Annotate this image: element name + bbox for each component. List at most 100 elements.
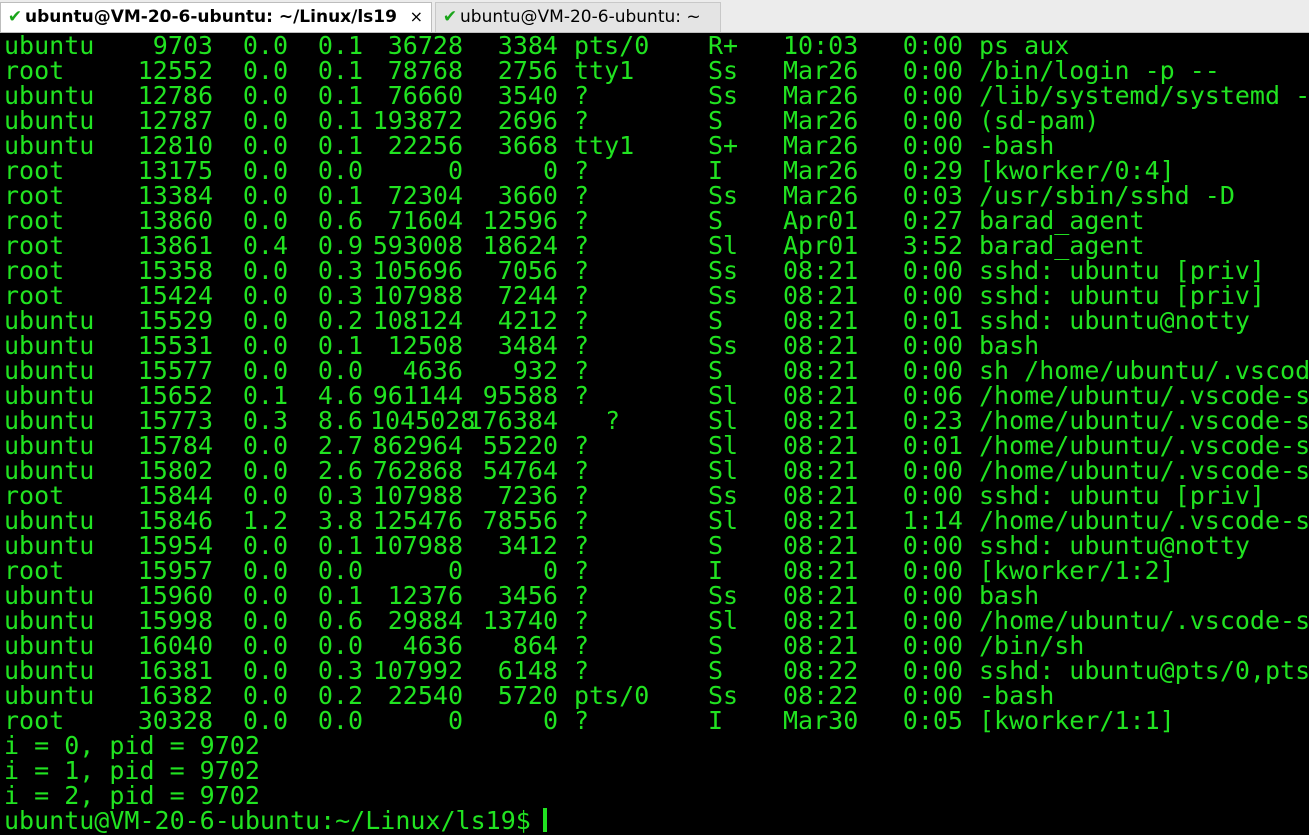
process-cmd: /bin/login -p --	[979, 56, 1220, 85]
process-user: root	[4, 706, 65, 735]
process-vsz: 108124	[372, 306, 463, 335]
process-rss: 3412	[497, 531, 558, 560]
process-rss: 176384	[467, 406, 558, 435]
process-rss: 864	[512, 631, 558, 660]
process-stat: Sl	[708, 231, 739, 260]
process-stat: S	[708, 206, 724, 235]
process-start: 08:21	[783, 631, 859, 660]
process-tty: ?	[574, 506, 590, 535]
process-pid: 13384	[137, 181, 213, 210]
tab-ls19-session[interactable]: ✔ ubuntu@VM-20-6-ubuntu: ~/Linux/ls19 ×	[0, 2, 432, 32]
process-user: ubuntu	[4, 681, 95, 710]
process-start: 08:21	[783, 381, 859, 410]
process-time: 0:00	[902, 356, 963, 385]
process-row: ubuntu 15652 0.1 4.6 961144 95588? Sl 08:21 0:06…	[0, 383, 1309, 408]
process-vsz: 193872	[372, 106, 463, 135]
process-start: 08:21	[783, 431, 859, 460]
process-mem: 0.9	[317, 231, 363, 260]
process-rss: 2696	[497, 106, 558, 135]
process-user: root	[4, 556, 65, 585]
process-user: ubuntu	[4, 456, 95, 485]
process-row: ubuntu 16382 0.0 0.2 22540 5720 pts/0 Ss 08:22 0:…	[0, 683, 1309, 708]
process-pid: 16381	[137, 656, 213, 685]
process-mem: 0.0	[317, 706, 363, 735]
process-pid: 12787	[137, 106, 213, 135]
process-time: 0:00	[902, 106, 963, 135]
process-user: root	[4, 281, 65, 310]
process-pid: 15358	[137, 256, 213, 285]
process-pid: 15844	[137, 481, 213, 510]
process-rss: 932	[512, 356, 558, 385]
process-time: 0:00	[902, 33, 963, 60]
process-stat: Sl	[708, 456, 739, 485]
process-rss: 7056	[497, 256, 558, 285]
process-vsz: 36728	[387, 33, 463, 60]
tab-home-session[interactable]: ✔ ubuntu@VM-20-6-ubuntu: ~	[435, 2, 721, 32]
process-tty: ?	[574, 206, 590, 235]
terminal-output[interactable]: ubuntu 9703 0.0 0.1 36728 3384 pts/0 R+ 10:03 0:0…	[0, 33, 1309, 835]
process-time: 0:00	[902, 631, 963, 660]
process-tty: tty1	[574, 56, 635, 85]
process-time: 0:00	[902, 556, 963, 585]
process-cpu: 0.0	[242, 356, 288, 385]
process-cmd: barad_agent	[979, 206, 1145, 235]
process-cmd: [kworker/1:1]	[979, 706, 1175, 735]
process-stat: I	[708, 706, 724, 735]
process-mem: 0.0	[317, 356, 363, 385]
process-time: 0:00	[902, 131, 963, 160]
tab-bar: ✔ ubuntu@VM-20-6-ubuntu: ~/Linux/ls19 × ✔…	[0, 0, 1309, 33]
process-start: 08:21	[783, 556, 859, 585]
prompt-line[interactable]: ubuntu@VM-20-6-ubuntu:~/Linux/ls19$	[0, 808, 1309, 833]
process-cmd: /home/ubuntu/.vscode-s	[979, 506, 1309, 535]
process-vsz: 71604	[387, 206, 463, 235]
process-stat: Sl	[708, 431, 739, 460]
process-row: ubuntu 12786 0.0 0.1 76660 3540? Ss Mar26 0:00/l…	[0, 83, 1309, 108]
output-text: i = 1, pid = 9702	[4, 756, 260, 785]
process-rss: 78556	[482, 506, 558, 535]
process-row: ubuntu 12787 0.0 0.1 193872 2696? S Mar26 0:00 (s…	[0, 108, 1309, 133]
process-cpu: 0.0	[242, 681, 288, 710]
process-rss: 13740	[482, 606, 558, 635]
process-cpu: 0.0	[242, 206, 288, 235]
process-user: ubuntu	[4, 581, 95, 610]
process-row: root 15957 0.0 0.0 0 0? I 08:21 0:00 [kworker/1:2…	[0, 558, 1309, 583]
process-cpu: 0.4	[242, 231, 288, 260]
process-cpu: 0.0	[242, 631, 288, 660]
process-tty: ?	[574, 281, 590, 310]
process-rss: 7236	[497, 481, 558, 510]
process-stat: S	[708, 631, 724, 660]
process-row: ubuntu 15784 0.0 2.7 862964 55220? Sl 08:21 0:01…	[0, 433, 1309, 458]
process-mem: 0.3	[317, 481, 363, 510]
process-start: 08:21	[783, 456, 859, 485]
process-tty: tty1	[574, 131, 635, 160]
process-vsz: 125476	[372, 506, 463, 535]
process-cmd: /home/ubuntu/.vscode-s	[979, 606, 1309, 635]
process-pid: 9703	[152, 33, 213, 60]
process-stat: Sl	[708, 506, 739, 535]
process-user: ubuntu	[4, 531, 95, 560]
process-mem: 0.1	[317, 131, 363, 160]
process-stat: Ss	[708, 331, 739, 360]
process-rss: 3484	[497, 331, 558, 360]
process-cmd: /home/ubuntu/.vscode-s	[979, 381, 1309, 410]
process-row: ubuntu 16040 0.0 0.0 4636 864? S 08:21 0:00/bin/…	[0, 633, 1309, 658]
process-time: 1:14	[902, 506, 963, 535]
process-start: Mar30	[783, 706, 859, 735]
process-pid: 13175	[137, 156, 213, 185]
process-rss: 3668	[497, 131, 558, 160]
process-user: ubuntu	[4, 33, 95, 60]
process-cpu: 0.0	[242, 106, 288, 135]
process-time: 0:00	[902, 656, 963, 685]
close-icon[interactable]: ×	[410, 3, 423, 31]
process-cpu: 0.0	[242, 331, 288, 360]
process-vsz: 107992	[372, 656, 463, 685]
tab-title: ubuntu@VM-20-6-ubuntu: ~/Linux/ls19	[25, 7, 397, 27]
process-stat: Sl	[708, 381, 739, 410]
process-user: ubuntu	[4, 406, 95, 435]
process-time: 0:27	[902, 206, 963, 235]
process-time: 0:00	[902, 256, 963, 285]
process-vsz: 4636	[402, 631, 463, 660]
process-rss: 0	[542, 706, 558, 735]
process-tty: pts/0	[574, 681, 650, 710]
process-pid: 15529	[137, 306, 213, 335]
